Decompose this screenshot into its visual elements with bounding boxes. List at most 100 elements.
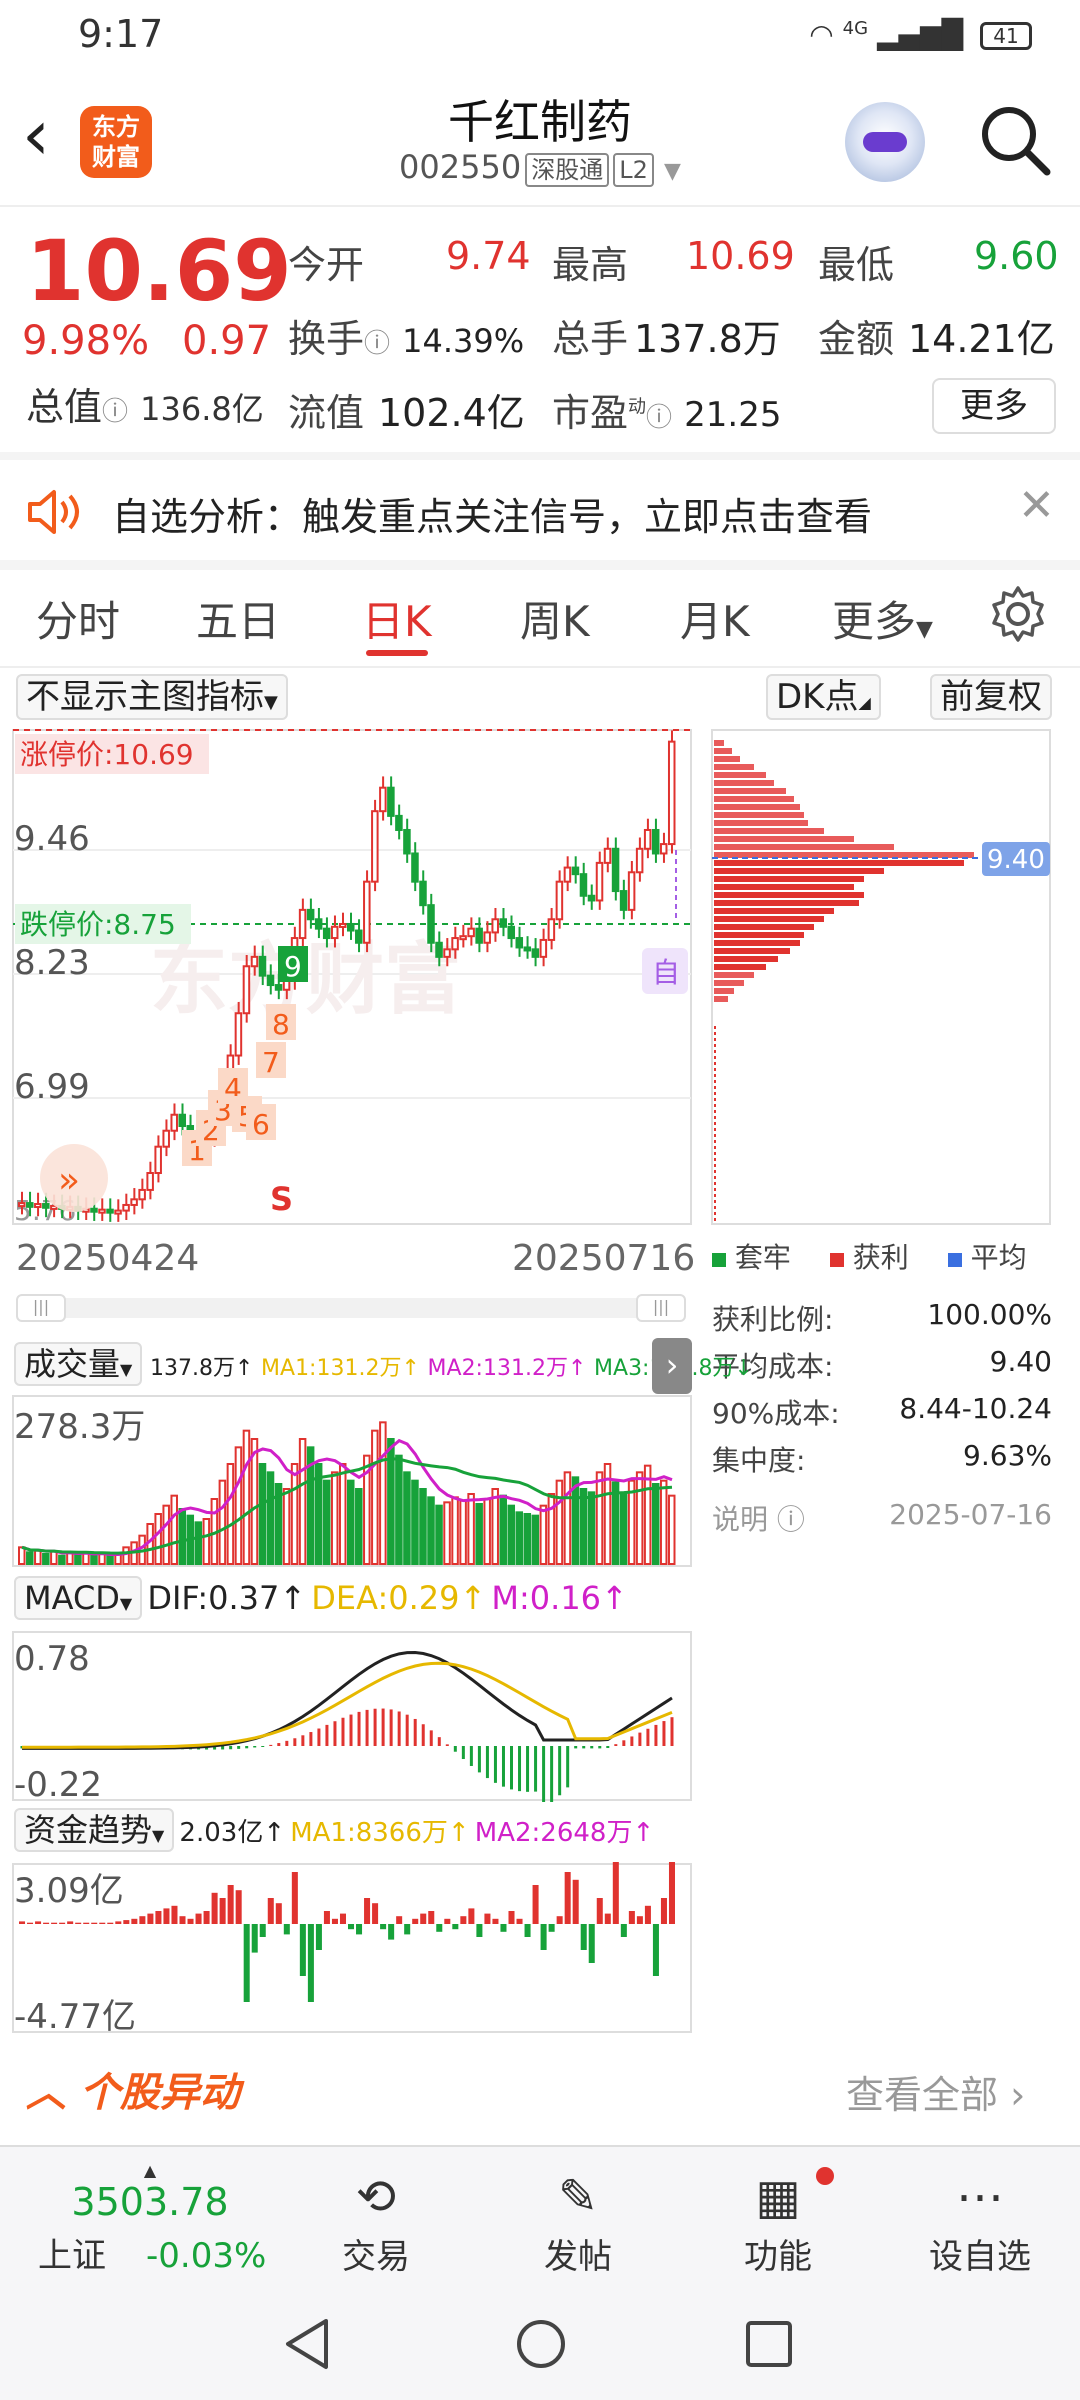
- tab-daily-k[interactable]: 日K: [362, 588, 432, 649]
- chip-bar: [714, 1062, 716, 1065]
- chip-bar: [714, 988, 734, 994]
- chip-note[interactable]: 说明 ⓘ 2025-07-16: [712, 1498, 1052, 1538]
- volume-ma2: MA2:131.2万↑: [427, 1356, 587, 1381]
- alert-banner[interactable]: 自选分析：触发重点关注信号，立即点击查看 ✕: [0, 460, 1080, 560]
- fund-bar: [323, 1911, 330, 1924]
- chip-bar: [714, 812, 804, 818]
- fund-bar: [356, 1924, 363, 1935]
- tab-more[interactable]: 更多▼: [832, 588, 933, 649]
- nav-back-icon[interactable]: [282, 2317, 332, 2371]
- fund-bar: [43, 1922, 50, 1924]
- candle-body: [499, 918, 507, 928]
- info-icon: ⓘ: [776, 1503, 805, 1536]
- fund-bar: [315, 1924, 322, 1950]
- candle-body: [579, 873, 588, 897]
- index-value: 3503.78: [71, 2180, 229, 2224]
- volume-bar: [266, 1471, 275, 1565]
- nav-function[interactable]: ▦ 功能: [708, 2165, 848, 2278]
- dk-point-button[interactable]: DK点◢: [766, 674, 881, 720]
- fund-bar: [540, 1924, 547, 1950]
- chip-bar: [714, 948, 790, 954]
- volume-bar: [427, 1496, 435, 1565]
- macd-bar: [309, 1732, 313, 1746]
- limit-up-label: 涨停价:10.69: [20, 738, 194, 771]
- amount-label: 金额: [818, 317, 895, 361]
- close-icon[interactable]: ✕: [1018, 480, 1055, 531]
- volume-bar: [571, 1476, 580, 1565]
- kline-chart[interactable]: 东方财富 涨停价:10.69 跌停价:8.75 9.46 8.23 6.99 5…: [0, 726, 1080, 1306]
- chip-bar: [714, 1038, 716, 1041]
- tab-weekly-k[interactable]: 周K: [520, 588, 590, 649]
- candle-body: [379, 786, 387, 813]
- fund-bar: [420, 1913, 427, 1924]
- main-indicator-select[interactable]: 不显示主图指标▼: [16, 674, 288, 720]
- tab-five-day[interactable]: 五日: [196, 588, 280, 649]
- tab-more-label: 更多: [832, 597, 917, 646]
- candle-body: [435, 941, 443, 958]
- candle-body: [98, 1208, 106, 1214]
- nav-recent-icon[interactable]: [744, 2319, 794, 2369]
- candle-body: [298, 908, 307, 940]
- chip-bar: [714, 1188, 716, 1191]
- fund-bar: [588, 1924, 595, 1963]
- assistant-avatar[interactable]: [845, 102, 925, 182]
- chip-bar: [714, 1074, 716, 1077]
- seq-mark-9: 9: [284, 950, 302, 983]
- fund-select[interactable]: 资金趋势▼: [14, 1808, 175, 1852]
- macd-chart[interactable]: 0.78 -0.22: [0, 1630, 700, 1802]
- search-icon[interactable]: [975, 100, 1055, 180]
- candle-body: [42, 1203, 50, 1209]
- limit-down-label: 跌停价:8.75: [20, 908, 176, 941]
- adjust-button[interactable]: 前复权: [930, 674, 1052, 720]
- chip-bar: [714, 1104, 716, 1107]
- total-value[interactable]: 总值ⓘ 136.8亿: [26, 376, 264, 431]
- candle-body: [371, 810, 379, 883]
- nav-trade[interactable]: ⟲ 交易: [306, 2165, 446, 2278]
- macd-select[interactable]: MACD▼: [14, 1576, 143, 1620]
- macd-bar: [630, 1736, 634, 1746]
- pe[interactable]: 市盈动ⓘ 21.25: [552, 382, 781, 437]
- fund-bar: [179, 1916, 186, 1924]
- gear-icon[interactable]: [988, 584, 1048, 644]
- scroll-handle-right[interactable]: |||: [636, 1294, 686, 1322]
- volume-bar: [194, 1521, 203, 1565]
- chip-bar: [714, 1044, 716, 1047]
- tab-minute[interactable]: 分时: [36, 588, 120, 649]
- chip-bar: [714, 772, 766, 778]
- chip-bar: [714, 940, 800, 946]
- volume-bar: [619, 1493, 628, 1565]
- tab-monthly-k[interactable]: 月K: [680, 588, 750, 649]
- open-label: 今开: [288, 243, 365, 287]
- fund-chart[interactable]: 3.09亿 -4.77亿: [0, 1862, 700, 2034]
- view-all-link[interactable]: 查看全部 ›: [846, 2064, 1025, 2119]
- volume-bar: [459, 1499, 467, 1565]
- nav-post[interactable]: ✎ 发帖: [508, 2165, 648, 2278]
- fund-bar: [227, 1885, 234, 1924]
- fund-bar: [339, 1913, 346, 1924]
- more-button[interactable]: 更多: [932, 378, 1056, 434]
- index-ticker[interactable]: ▲ 3503.78 上证 -0.03%: [20, 2161, 280, 2277]
- volume-bar: [451, 1496, 459, 1565]
- turnover[interactable]: 换手ⓘ 14.39%: [288, 308, 524, 363]
- divider: [0, 666, 1080, 668]
- chip-bar: [714, 836, 854, 842]
- caret-up-icon: ▲: [143, 2161, 157, 2180]
- macd-bar: [574, 1746, 578, 1749]
- macd-bar: [598, 1746, 602, 1749]
- section-header[interactable]: ︿ 个股异动: [26, 2060, 240, 2118]
- volume-select[interactable]: 成交量▼: [14, 1342, 143, 1386]
- volume-chart[interactable]: 278.3万: [0, 1394, 700, 1568]
- nav-home-icon[interactable]: [514, 2317, 568, 2371]
- candle-body: [667, 740, 676, 846]
- scroll-handle-left[interactable]: |||: [16, 1294, 66, 1322]
- macd-bar: [590, 1746, 594, 1749]
- nav-watch[interactable]: ⋯ 设自选: [910, 2165, 1050, 2278]
- range-scrollbar[interactable]: ||| |||: [16, 1294, 686, 1322]
- fund-bar: [556, 1916, 563, 1924]
- candle-body: [603, 847, 612, 864]
- chevron-right-icon[interactable]: ›: [652, 1338, 692, 1394]
- candle-body: [539, 938, 548, 958]
- macd-bar: [566, 1746, 570, 1788]
- candle-body: [274, 984, 283, 991]
- info-icon: ⓘ: [364, 329, 391, 359]
